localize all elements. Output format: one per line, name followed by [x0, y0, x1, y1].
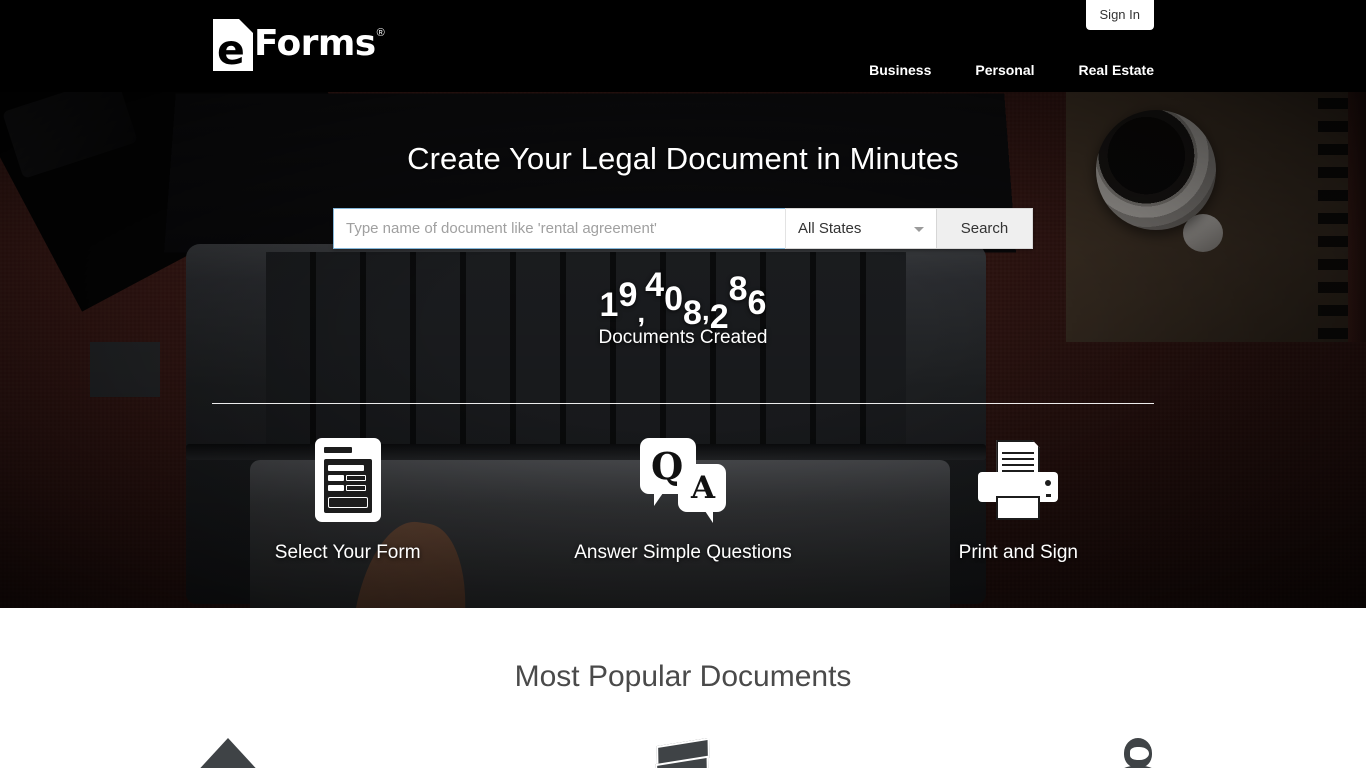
question-letter: Q — [650, 444, 684, 488]
popular-item-1[interactable] — [0, 738, 455, 768]
counter-digit: 8 — [683, 294, 702, 332]
search-button[interactable]: Search — [936, 208, 1033, 249]
printer-icon — [851, 432, 1186, 528]
sign-in-button[interactable]: Sign In — [1085, 0, 1154, 30]
popular-documents-icons — [0, 738, 1366, 768]
chevron-down-icon — [914, 226, 924, 232]
state-select[interactable]: All States — [785, 208, 936, 249]
counter-digits: 19,408,286 — [599, 266, 767, 336]
search-input[interactable] — [333, 208, 785, 249]
popular-documents-section: Most Popular Documents — [0, 608, 1366, 768]
feature-label: Print and Sign — [958, 542, 1078, 563]
counter-digit: 2 — [709, 298, 729, 336]
counter-digit: 8 — [728, 270, 748, 308]
site-header: e Forms ® Sign In Business Personal Real… — [0, 0, 1366, 92]
counter-digit: 6 — [747, 284, 767, 322]
counter-digit: , — [701, 295, 710, 326]
counter-digit: 0 — [664, 280, 683, 318]
popular-item-2[interactable] — [455, 738, 910, 768]
feature-select-your-form[interactable]: Select Your Form — [180, 432, 515, 564]
hero-content: Create Your Legal Document in Minutes Al… — [0, 92, 1366, 608]
registered-trademark-icon: ® — [376, 27, 385, 39]
main-navigation: Business Personal Real Estate — [869, 62, 1154, 78]
counter-digit: 9 — [618, 276, 638, 314]
hero-features: Select Your Form Q A Answer Simple Quest… — [180, 432, 1186, 564]
feature-label: Answer Simple Questions — [574, 542, 792, 563]
person-icon — [1116, 738, 1161, 768]
form-card-icon — [180, 432, 515, 528]
documents-counter: 19,408,286 Documents Created — [0, 266, 1366, 349]
popular-documents-title: Most Popular Documents — [514, 660, 852, 693]
book-icon — [652, 738, 714, 768]
feature-print-and-sign[interactable]: Print and Sign — [851, 432, 1186, 564]
logo-wordmark: Forms — [254, 23, 376, 64]
house-roof-icon — [192, 738, 263, 768]
counter-digit: , — [637, 297, 646, 328]
eforms-logo[interactable]: e Forms ® — [213, 19, 385, 71]
qa-bubbles-icon: Q A — [515, 432, 850, 528]
state-select-value: All States — [798, 220, 862, 237]
counter-digit: 1 — [599, 286, 619, 324]
page-root: e Forms ® Sign In Business Personal Real… — [0, 0, 1366, 768]
feature-answer-simple-questions[interactable]: Q A Answer Simple Questions — [515, 432, 850, 564]
hero-headline: Create Your Legal Document in Minutes — [407, 141, 959, 176]
hero-section: Create Your Legal Document in Minutes Al… — [0, 92, 1366, 608]
logo-letter-e: e — [217, 26, 245, 74]
document-icon: e — [213, 19, 253, 71]
feature-label: Select Your Form — [274, 542, 421, 563]
document-search-bar: All States Search — [333, 208, 1033, 249]
hero-divider — [212, 403, 1154, 404]
nav-item-personal[interactable]: Personal — [975, 62, 1034, 78]
counter-digit: 4 — [645, 266, 665, 304]
nav-item-business[interactable]: Business — [869, 62, 931, 78]
answer-letter: A — [690, 470, 716, 506]
popular-item-3[interactable] — [911, 738, 1366, 768]
nav-item-real-estate[interactable]: Real Estate — [1079, 62, 1154, 78]
